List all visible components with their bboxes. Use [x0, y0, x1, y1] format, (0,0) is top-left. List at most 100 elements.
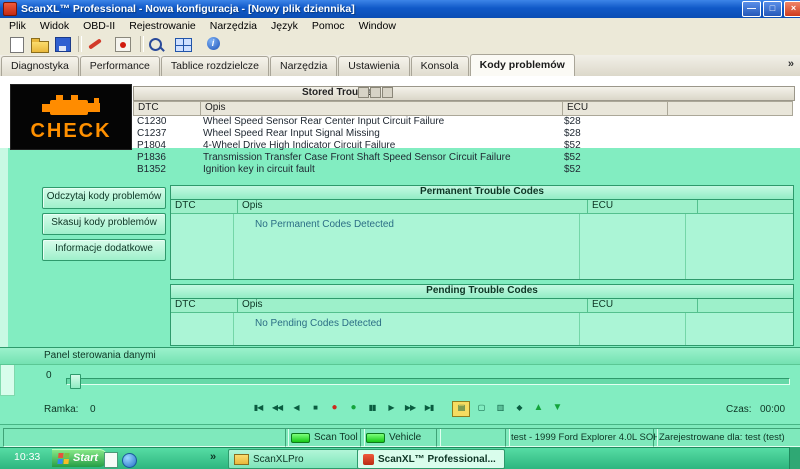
table-row[interactable]: P1804 4-Wheel Drive High Indicator Circu…	[133, 140, 793, 152]
tab-diagnostyka[interactable]: Diagnostyka	[1, 56, 79, 76]
time-label: Czas:	[726, 404, 752, 415]
table-row[interactable]: C1230 Wheel Speed Sensor Rear Center Inp…	[133, 116, 793, 128]
column-opis: Opis	[201, 102, 563, 115]
read-codes-button[interactable]: Odczytaj kody problemów	[42, 187, 166, 209]
new-file-icon[interactable]	[8, 35, 26, 53]
vehicle-label: Vehicle	[389, 432, 421, 443]
quicklaunch-app-icon[interactable]	[122, 453, 137, 468]
download-icon[interactable]: ▼	[549, 401, 565, 415]
menu-widok[interactable]: Widok	[33, 20, 76, 32]
column-extra	[668, 102, 792, 115]
transport-controls: ▮◀ ◀◀ ◀ ■ ● ● ▮▮ ▶ ▶▶ ▶▮	[250, 401, 437, 415]
connect-tool-icon[interactable]	[86, 35, 104, 53]
scan-tool-label: Scan Tool	[314, 432, 358, 443]
column-opis: Opis	[238, 299, 588, 312]
tab-narzedzia[interactable]: Narzędzia	[270, 56, 337, 76]
table-row[interactable]: P1836 Transmission Transfer Case Front S…	[133, 152, 793, 164]
column-ecu: ECU	[563, 102, 668, 115]
permanent-codes-panel: Permanent Trouble Codes DTC Opis ECU No …	[170, 185, 794, 280]
cell-opis: Transmission Transfer Case Front Shaft S…	[199, 152, 560, 164]
cell-ecu: $28	[560, 116, 664, 128]
step-forward-icon[interactable]: ▶	[383, 401, 399, 415]
upload-icon[interactable]: ▲	[530, 401, 546, 415]
data-control-panel-bar: Panel sterowania danymi	[0, 347, 800, 365]
cell-opis: Ignition key in circuit fault	[199, 164, 560, 176]
go-first-icon[interactable]: ▮◀	[250, 401, 266, 415]
cell-dtc: P1804	[133, 140, 199, 152]
table-row[interactable]: B1352 Ignition key in circuit fault $52	[133, 164, 793, 176]
table-header-row: DTC Opis ECU	[133, 101, 793, 116]
tab-performance[interactable]: Performance	[80, 56, 160, 76]
table-row[interactable]: C1237 Wheel Speed Rear Input Signal Miss…	[133, 128, 793, 140]
bookmark-icon[interactable]: ◆	[511, 401, 527, 415]
cell-ecu: $28	[560, 128, 664, 140]
clear-codes-button[interactable]: Skasuj kody problemów	[42, 213, 166, 235]
panel-title: Pending Trouble Codes	[171, 285, 793, 299]
open-log-icon[interactable]: ▤	[452, 401, 470, 417]
tab-konsola[interactable]: Konsola	[411, 56, 469, 76]
status-scan-tool: Scan Tool	[285, 428, 365, 447]
tab-ustawienia[interactable]: Ustawienia	[338, 56, 409, 76]
column-ecu: ECU	[588, 299, 698, 312]
empty-message: No Permanent Codes Detected	[255, 219, 394, 230]
quicklaunch-chevron-icon[interactable]: »	[210, 451, 216, 463]
menu-plik[interactable]: Plik	[2, 20, 33, 32]
menu-jezyk[interactable]: Język	[264, 20, 305, 32]
windows-logo-icon	[57, 453, 69, 464]
record-icon[interactable]: ●	[326, 401, 342, 415]
task-label: ScanXL™ Professional...	[378, 454, 496, 465]
open-folder-icon[interactable]	[31, 35, 49, 53]
record-log-icon[interactable]	[114, 35, 132, 53]
table-header-row: DTC Opis ECU	[171, 200, 793, 214]
quicklaunch-document-icon[interactable]	[104, 452, 118, 468]
taskbar-item-scanxlpro[interactable]: ScanXLPro	[228, 449, 364, 469]
log-file-controls: ▤ ▢ ▥ ◆ ▲ ▼	[452, 401, 565, 417]
slider-value-label: 0	[46, 370, 52, 381]
dashboard-grid-icon[interactable]	[174, 35, 192, 53]
cell-ecu: $52	[560, 164, 664, 176]
taskbar-item-scanxl-professional[interactable]: ScanXL™ Professional...	[357, 449, 505, 469]
search-icon[interactable]	[146, 35, 164, 53]
start-button[interactable]: Start	[52, 449, 108, 467]
additional-info-button[interactable]: Informacje dodatkowe	[42, 239, 166, 261]
check-engine-icon	[34, 92, 108, 120]
frame-value: 0	[90, 404, 96, 415]
tab-overflow-icon[interactable]: »	[788, 58, 794, 70]
fast-rewind-icon[interactable]: ◀◀	[269, 401, 285, 415]
panel-title: Permanent Trouble Codes	[171, 186, 793, 200]
timeline-slider-handle[interactable]	[70, 374, 81, 389]
menu-obd2[interactable]: OBD-II	[76, 20, 122, 32]
cell-opis: Wheel Speed Rear Input Signal Missing	[199, 128, 560, 140]
stop-icon[interactable]: ■	[307, 401, 323, 415]
table-header-row: DTC Opis ECU	[171, 299, 793, 313]
column-dtc: DTC	[171, 200, 238, 213]
menu-window[interactable]: Window	[352, 20, 403, 32]
go-last-icon[interactable]: ▶▮	[421, 401, 437, 415]
menu-rejestrowanie[interactable]: Rejestrowanie	[122, 20, 203, 32]
scan-tool-led-icon	[291, 433, 310, 443]
cell-ecu: $52	[560, 152, 664, 164]
empty-message: No Pending Codes Detected	[255, 318, 382, 329]
title-bar: ScanXL™ Professional - Nowa konfiguracja…	[0, 0, 800, 18]
save-log-icon[interactable]: ▥	[492, 401, 508, 415]
menu-narzedzia[interactable]: Narzędzia	[203, 20, 264, 32]
fast-forward-icon[interactable]: ▶▶	[402, 401, 418, 415]
play-icon[interactable]: ●	[345, 401, 361, 415]
step-back-icon[interactable]: ◀	[288, 401, 304, 415]
close-button[interactable]: ×	[784, 1, 800, 17]
tab-tablice-rozdzielcze[interactable]: Tablice rozdzielcze	[161, 56, 269, 76]
maximize-button[interactable]: □	[763, 1, 782, 17]
cell-dtc: B1352	[133, 164, 199, 176]
minimize-button[interactable]: —	[742, 1, 761, 17]
info-icon[interactable]: i	[204, 35, 222, 53]
tab-kody-problemow[interactable]: Kody problemów	[470, 54, 575, 76]
header-artifact	[358, 87, 393, 98]
menu-pomoc[interactable]: Pomoc	[305, 20, 352, 32]
timeline-slider-track[interactable]	[66, 378, 790, 385]
pause-icon[interactable]: ▮▮	[364, 401, 380, 415]
toolbar-separator	[140, 36, 144, 52]
cell-opis: Wheel Speed Sensor Rear Center Input Cir…	[199, 116, 560, 128]
stored-codes-header: Stored Trouble	[133, 86, 795, 101]
save-icon[interactable]	[54, 35, 72, 53]
new-log-icon[interactable]: ▢	[473, 401, 489, 415]
